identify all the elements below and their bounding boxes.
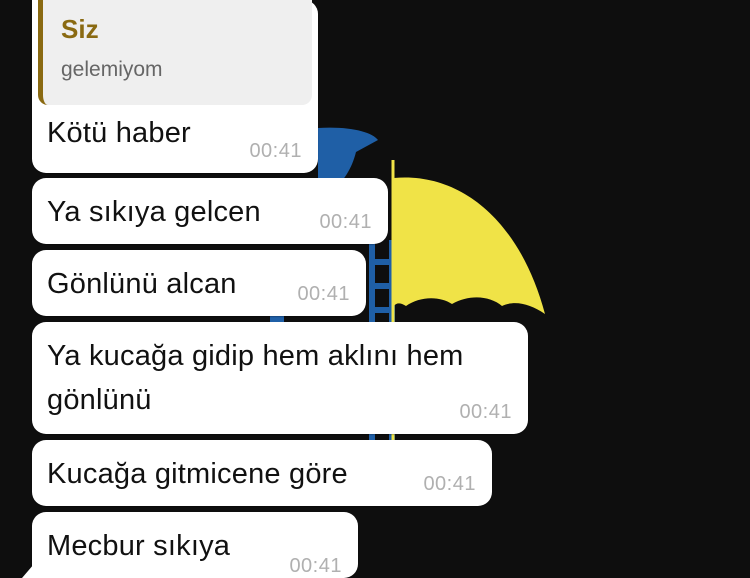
message-time: 00:41 — [423, 473, 476, 495]
quote-text: gelemiyom — [61, 58, 163, 81]
yellow-umbrella-icon — [394, 177, 545, 314]
message-bubble[interactable]: Kucağa gitmicene göre 00:41 — [32, 440, 492, 506]
message-time: 00:41 — [459, 401, 512, 423]
message-bubble[interactable]: Gönlünü alcan 00:41 — [32, 250, 366, 316]
message-bubble-replied[interactable]: Siz gelemiyom Kötü haber 00:41 — [32, 0, 318, 173]
bubble-tail — [22, 564, 34, 578]
message-time: 00:41 — [289, 555, 342, 577]
quoted-reply[interactable]: Siz gelemiyom — [38, 0, 312, 105]
message-bubble-last[interactable]: Mecbur sıkıya 00:41 — [22, 512, 358, 578]
quote-author: Siz — [61, 14, 99, 44]
message-text: Ya kucağa gidip hem aklını hem gönlünü — [47, 340, 464, 416]
message-time: 00:41 — [319, 211, 372, 233]
message-time: 00:41 — [297, 283, 350, 305]
message-time: 00:41 — [249, 140, 302, 162]
message-bubble[interactable]: Ya kucağa gidip hem aklını hem gönlünü 0… — [32, 322, 528, 434]
message-text: Kucağa gitmicene göre — [47, 458, 348, 490]
message-bubble[interactable]: Ya sıkıya gelcen 00:41 — [32, 178, 388, 244]
